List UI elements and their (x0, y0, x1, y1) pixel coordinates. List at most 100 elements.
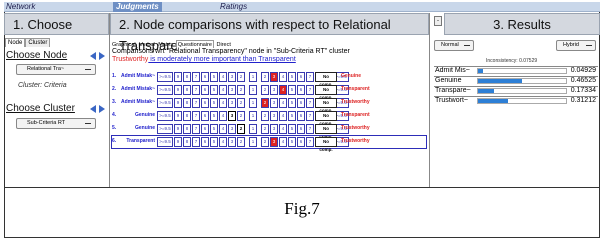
scale-cell[interactable]: 7 (306, 124, 314, 134)
scale-cell[interactable]: >=9.5 (157, 72, 173, 82)
scale-cell[interactable]: 4 (219, 98, 227, 108)
scale-cell[interactable]: 4 (219, 137, 227, 147)
scale-cell[interactable]: 6 (297, 137, 305, 147)
menu-network[interactable]: Network (6, 2, 35, 12)
scale-cell[interactable]: 8 (183, 72, 191, 82)
scale-cell[interactable]: >=9.5 (157, 137, 173, 147)
scale-cell[interactable]: 2 (237, 111, 245, 121)
tab-questionnaire[interactable]: Questionnaire (175, 40, 214, 48)
scale-cell[interactable]: 7 (192, 137, 200, 147)
scale-cell[interactable]: 2 (261, 111, 269, 121)
scale-cell[interactable]: 3 (228, 85, 236, 95)
scale-cell[interactable]: 3 (228, 72, 236, 82)
scale-cell[interactable]: 2 (261, 137, 269, 147)
scale-cell[interactable]: 4 (279, 85, 287, 95)
scale-cell[interactable]: 4 (279, 72, 287, 82)
scale-cell[interactable]: 2 (237, 85, 245, 95)
scale-cell[interactable]: 2 (261, 72, 269, 82)
scale-cell[interactable]: 5 (210, 72, 218, 82)
scale-cell[interactable]: 9 (174, 111, 182, 121)
scale-cell[interactable]: 9 (174, 85, 182, 95)
scale-cell[interactable]: 7 (306, 111, 314, 121)
scale-cell[interactable]: 1 (249, 111, 257, 121)
scale-cell[interactable]: 3 (228, 111, 236, 121)
scale-cell[interactable]: 4 (279, 124, 287, 134)
scale-cell[interactable]: 9 (174, 72, 182, 82)
scale-cell[interactable]: 4 (219, 85, 227, 95)
scale-cell[interactable]: 7 (306, 137, 314, 147)
scale-cell[interactable]: 2 (237, 72, 245, 82)
tab-cluster[interactable]: Cluster (25, 38, 51, 47)
scale-cell[interactable]: 6 (201, 98, 209, 108)
tab-node[interactable]: Node (5, 38, 26, 47)
scale-cell[interactable]: 3 (228, 98, 236, 108)
scale-cell[interactable]: 6 (297, 111, 305, 121)
scale-cell[interactable]: 2 (261, 85, 269, 95)
scale-cell[interactable]: 2 (261, 124, 269, 134)
scale-cell[interactable]: 1 (249, 85, 257, 95)
scale-cell[interactable]: 2 (237, 98, 245, 108)
node-nav-arrows[interactable] (90, 52, 106, 61)
scale-cell[interactable]: 7 (192, 124, 200, 134)
no-comparison-button[interactable]: No comp. (315, 85, 337, 100)
scale-cell[interactable]: 5 (210, 85, 218, 95)
scale-cell[interactable]: 6 (201, 137, 209, 147)
no-comparison-button[interactable]: No comp. (315, 98, 337, 113)
next-arrow-icon[interactable] (99, 52, 105, 60)
scale-cell[interactable]: 6 (201, 124, 209, 134)
no-comparison-button[interactable]: No comp. (315, 137, 337, 152)
scale-cell[interactable]: 6 (201, 85, 209, 95)
scale-cell[interactable]: 4 (219, 124, 227, 134)
scale-cell[interactable]: 4 (279, 98, 287, 108)
scale-cell[interactable]: 6 (297, 98, 305, 108)
menu-ratings[interactable]: Ratings (220, 2, 247, 12)
scale-cell[interactable]: 5 (210, 111, 218, 121)
scale-cell[interactable]: 5 (288, 85, 296, 95)
scale-cell[interactable]: 4 (219, 72, 227, 82)
scale-cell[interactable]: 3 (270, 98, 278, 108)
scale-cell[interactable]: 1 (249, 98, 257, 108)
scale-cell[interactable]: 3 (270, 124, 278, 134)
scale-cell[interactable]: 3 (270, 111, 278, 121)
cluster-nav-arrows[interactable] (90, 105, 106, 114)
no-comparison-button[interactable]: No comp. (315, 124, 337, 139)
scale-cell[interactable]: 9 (174, 124, 182, 134)
scale-cell[interactable]: 5 (288, 137, 296, 147)
prev-arrow-icon[interactable] (90, 105, 96, 113)
menu-judgments[interactable]: Judgments (113, 2, 162, 12)
scale-cell[interactable]: 5 (210, 137, 218, 147)
scale-cell[interactable]: 2 (261, 98, 269, 108)
no-comparison-button[interactable]: No comp. (315, 72, 337, 87)
scale-cell[interactable]: 5 (288, 111, 296, 121)
results-display-select[interactable]: Hybrid (556, 40, 596, 51)
scale-cell[interactable]: 4 (219, 111, 227, 121)
scale-cell[interactable]: 7 (306, 85, 314, 95)
cluster-select[interactable]: Sub-Criteria RT (16, 118, 96, 129)
results-mode-select[interactable]: Normal (434, 40, 474, 51)
scale-cell[interactable]: 1 (249, 124, 257, 134)
scale-cell[interactable]: >=9.5 (157, 111, 173, 121)
scale-cell[interactable]: 8 (183, 124, 191, 134)
next-arrow-icon[interactable] (99, 105, 105, 113)
results-collapse-button[interactable]: - (434, 16, 442, 26)
prev-arrow-icon[interactable] (90, 52, 96, 60)
scale-cell[interactable]: 5 (288, 72, 296, 82)
scale-cell[interactable]: >=9.5 (157, 85, 173, 95)
scale-cell[interactable]: 9 (174, 98, 182, 108)
scale-cell[interactable]: 1 (249, 72, 257, 82)
scale-cell[interactable]: 6 (201, 111, 209, 121)
no-comparison-button[interactable]: No comp. (315, 111, 337, 126)
scale-cell[interactable]: 2 (237, 124, 245, 134)
scale-cell[interactable]: 9 (174, 137, 182, 147)
scale-cell[interactable]: 7 (192, 85, 200, 95)
scale-cell[interactable]: 6 (297, 124, 305, 134)
scale-cell[interactable]: 2 (237, 137, 245, 147)
scale-cell[interactable]: 3 (228, 124, 236, 134)
scale-cell[interactable]: 6 (297, 85, 305, 95)
scale-cell[interactable]: 5 (210, 124, 218, 134)
scale-cell[interactable]: 4 (279, 137, 287, 147)
scale-cell[interactable]: 5 (210, 98, 218, 108)
scale-cell[interactable]: 3 (228, 137, 236, 147)
scale-cell[interactable]: 4 (279, 111, 287, 121)
scale-cell[interactable]: 8 (183, 98, 191, 108)
